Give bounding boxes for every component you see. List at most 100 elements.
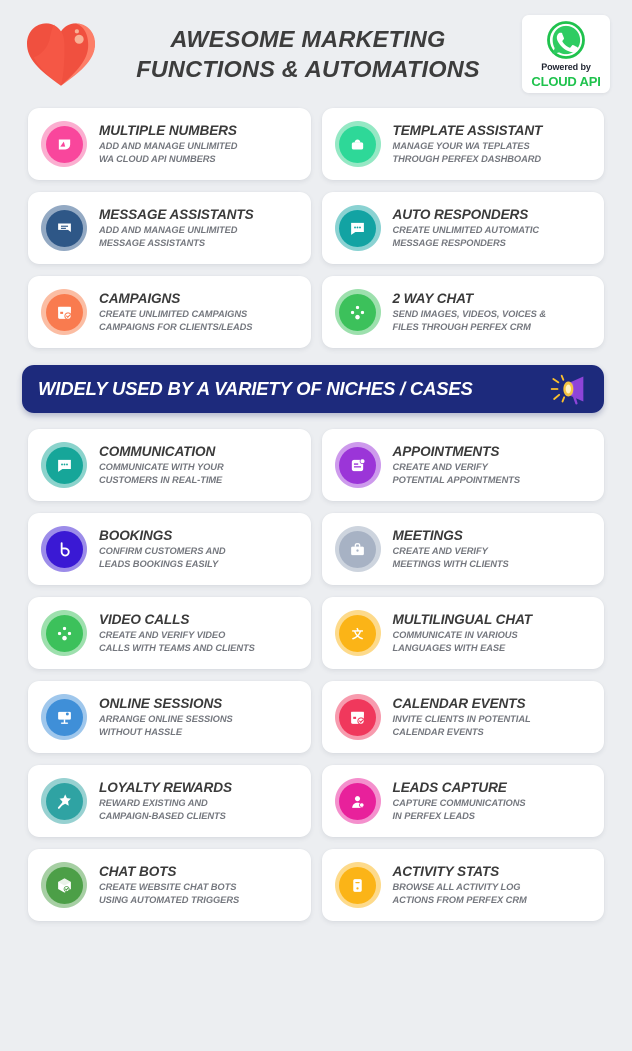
feature-card-description: MANAGE YOUR WA TEPLATES THROUGH PERFEX DA… xyxy=(393,140,595,165)
feature-card-description-line2: MESSAGE RESPONDERS xyxy=(392,237,506,248)
feature-card-text: MESSAGE ASSISTANTS ADD AND MANAGE UNLIMIT… xyxy=(99,207,301,249)
share-nodes-icon xyxy=(45,614,83,652)
feature-card-text: TEMPLATE ASSISTANT MANAGE YOUR WA TEPLATE… xyxy=(393,123,595,165)
chat-dots-icon xyxy=(339,209,376,247)
feature-card-description-line2: THROUGH PERFEX DASHBOARD xyxy=(392,153,542,164)
star-badge-icon xyxy=(45,782,83,820)
feature-card-text: ONLINE SESSIONS ARRANGE ONLINE SESSIONS WI… xyxy=(99,696,301,738)
powered-by-label: Powered by xyxy=(541,61,591,72)
feature-card-description: CREATE AND VERIFY POTENTIAL APPOINTMENTS xyxy=(393,461,595,486)
niches-banner: WIDELY USED BY A VARIETY OF NICHES / CAS… xyxy=(22,365,604,413)
powered-by-badge: Powered by CLOUD API xyxy=(522,15,610,93)
whatsapp-icon xyxy=(547,20,585,59)
feature-icon-ring xyxy=(334,862,381,908)
feature-icon-ring xyxy=(334,205,381,251)
feature-card-description: COMMUNICATE IN VARIOUS LANGUAGES WITH EAS… xyxy=(393,629,595,654)
feature-card-title: CAMPAIGNS xyxy=(99,291,181,307)
feature-icon-ring xyxy=(334,694,381,740)
feature-card-description-line2: WA CLOUD API NUMBERS xyxy=(99,153,216,164)
feature-card-description-line2: MESSAGE ASSISTANTS xyxy=(99,237,206,248)
feature-card-text: 2 WAY CHAT SEND IMAGES, VIDEOS, VOICES & F… xyxy=(393,291,595,333)
feature-card-title: MEETINGS xyxy=(392,528,463,544)
page-title-line2: FUNCTIONS & AUTOMATIONS xyxy=(136,56,480,82)
feature-card-description: REWARD EXISTING AND CAMPAIGN-BASED CLIENT… xyxy=(99,797,301,822)
feature-card-description-line2: IN PERFEX LEADS xyxy=(392,810,475,821)
megaphone-icon xyxy=(550,374,584,405)
feature-card-description: SEND IMAGES, VIDEOS, VOICES & FILES THROU… xyxy=(393,308,595,333)
feature-icon-ring xyxy=(41,778,87,824)
feature-card[interactable]: LEADS CAPTURE CAPTURE COMMUNICATIONS IN PE… xyxy=(321,765,604,837)
feature-card-text: LOYALTY REWARDS REWARD EXISTING AND CAMPAI… xyxy=(99,780,301,822)
feature-card-description: CREATE UNLIMITED CAMPAIGNS CAMPAIGNS FOR … xyxy=(99,308,301,333)
feature-icon-ring xyxy=(41,442,87,488)
heart-icon xyxy=(22,17,100,91)
feature-icon-ring xyxy=(41,694,87,740)
feature-card[interactable]: BOOKINGS CONFIRM CUSTOMERS AND LEADS BOOKI… xyxy=(28,513,311,585)
feature-card[interactable]: CALENDAR EVENTS INVITE CLIENTS IN POTENTI… xyxy=(321,681,604,753)
feature-card[interactable]: APPOINTMENTS CREATE AND VERIFY POTENTIAL A… xyxy=(321,429,604,501)
feature-card-text: MULTILINGUAL CHAT COMMUNICATE IN VARIOUS L… xyxy=(393,612,595,654)
feature-card-text: COMMUNICATION COMMUNICATE WITH YOUR CUSTOM… xyxy=(99,444,301,486)
feature-card[interactable]: TEMPLATE ASSISTANT MANAGE YOUR WA TEPLATE… xyxy=(321,108,604,180)
feature-card-description-line1: CREATE AND VERIFY VIDEO xyxy=(99,630,226,641)
feature-card-description-line2: USING AUTOMATED TRIGGERS xyxy=(99,894,240,905)
feature-card-description-line2: ACTIONS FROM PERFEX CRM xyxy=(392,894,527,905)
feature-card[interactable]: ONLINE SESSIONS ARRANGE ONLINE SESSIONS WI… xyxy=(28,681,311,753)
translate-icon: 文 xyxy=(339,614,376,652)
feature-card[interactable]: MEETINGS CREATE AND VERIFY MEETINGS WITH C… xyxy=(321,513,604,585)
feature-card-description-line1: CREATE AND VERIFY xyxy=(392,546,488,557)
feature-card-description-line2: LEADS BOOKINGS EASILY xyxy=(99,558,219,569)
feature-card[interactable]: MULTIPLE NUMBERS ADD AND MANAGE UNLIMITED… xyxy=(28,108,311,180)
feature-card[interactable]: MESSAGE ASSISTANTS ADD AND MANAGE UNLIMIT… xyxy=(28,192,311,264)
feature-card-title: AUTO RESPONDERS xyxy=(392,207,529,223)
feature-icon-ring xyxy=(41,610,87,656)
feature-card[interactable]: CHAT BOTS CREATE WEBSITE CHAT BOTS USING A… xyxy=(28,849,311,921)
feature-card-description: CONFIRM CUSTOMERS AND LEADS BOOKINGS EASI… xyxy=(99,545,301,570)
feature-card-title: ONLINE SESSIONS xyxy=(99,696,223,712)
campaign-calendar-icon xyxy=(45,293,83,331)
feature-card[interactable]: LOYALTY REWARDS REWARD EXISTING AND CAMPAI… xyxy=(28,765,311,837)
feature-card-description-line1: ADD AND MANAGE UNLIMITED xyxy=(99,141,238,152)
feature-card-description-line1: CONFIRM CUSTOMERS AND xyxy=(99,546,226,557)
feature-card[interactable]: VIDEO CALLS CREATE AND VERIFY VIDEO CALLS … xyxy=(28,597,311,669)
user-capture-icon xyxy=(339,782,376,820)
feature-card[interactable]: COMMUNICATION COMMUNICATE WITH YOUR CUSTOM… xyxy=(28,429,311,501)
feature-card-description-line1: REWARD EXISTING AND xyxy=(99,798,208,809)
feature-card-description-line2: CALENDAR EVENTS xyxy=(392,726,484,737)
leaf-badge-icon xyxy=(45,125,83,163)
feature-card-description-line1: CREATE UNLIMITED AUTOMATIC xyxy=(392,225,540,236)
feature-card[interactable]: 2 WAY CHAT SEND IMAGES, VIDEOS, VOICES & F… xyxy=(321,276,604,348)
presentation-icon xyxy=(45,698,83,736)
feature-card-description-line1: SEND IMAGES, VIDEOS, VOICES & xyxy=(392,309,547,320)
feature-card-description: CREATE WEBSITE CHAT BOTS USING AUTOMATED … xyxy=(99,881,301,906)
feature-card-title: 2 WAY CHAT xyxy=(392,291,474,307)
feature-card[interactable]: ACTIVITY STATS BROWSE ALL ACTIVITY LOG ACT… xyxy=(321,849,604,921)
feature-card-text: CHAT BOTS CREATE WEBSITE CHAT BOTS USING A… xyxy=(99,864,301,906)
feature-card-description-line2: CAMPAIGN-BASED CLIENTS xyxy=(99,810,226,821)
feature-card-text: MEETINGS CREATE AND VERIFY MEETINGS WITH C… xyxy=(393,528,595,570)
feature-card-description-line1: COMMUNICATE IN VARIOUS xyxy=(392,630,518,641)
feature-card-description-line2: LANGUAGES WITH EASE xyxy=(392,642,506,653)
feature-card-description-line1: CREATE WEBSITE CHAT BOTS xyxy=(99,882,237,893)
feature-card-title: CALENDAR EVENTS xyxy=(392,696,526,712)
feature-icon-ring xyxy=(334,526,381,572)
feature-card-description-line1: INVITE CLIENTS IN POTENTIAL xyxy=(392,714,531,725)
feature-card-description-line1: BROWSE ALL ACTIVITY LOG xyxy=(392,882,521,893)
page-header: AWESOME MARKETING FUNCTIONS & AUTOMATION… xyxy=(0,0,632,108)
feature-icon-ring xyxy=(41,205,87,251)
feature-card[interactable]: CAMPAIGNS CREATE UNLIMITED CAMPAIGNS CAMPA… xyxy=(28,276,311,348)
calendar-check-icon xyxy=(339,698,376,736)
feature-card-text: ACTIVITY STATS BROWSE ALL ACTIVITY LOG ACT… xyxy=(393,864,595,906)
feature-card-description-line2: CAMPAIGNS FOR CLIENTS/LEADS xyxy=(99,321,253,332)
feature-card-description: COMMUNICATE WITH YOUR CUSTOMERS IN REAL-T… xyxy=(99,461,301,486)
feature-card-description-line1: COMMUNICATE WITH YOUR xyxy=(99,462,224,473)
feature-card[interactable]: AUTO RESPONDERS CREATE UNLIMITED AUTOMATI… xyxy=(321,192,604,264)
feature-card[interactable]: 文 MULTILINGUAL CHAT COMMUNICATE IN VARIOUS… xyxy=(321,597,604,669)
feature-card-text: APPOINTMENTS CREATE AND VERIFY POTENTIAL A… xyxy=(393,444,595,486)
feature-card-title: APPOINTMENTS xyxy=(392,444,500,460)
feature-card-text: MULTIPLE NUMBERS ADD AND MANAGE UNLIMITED… xyxy=(99,123,301,165)
feature-card-description-line2: MEETINGS WITH CLIENTS xyxy=(392,558,509,569)
feature-card-description-line2: WITHOUT HASSLE xyxy=(99,726,182,737)
feature-card-description-line2: POTENTIAL APPOINTMENTS xyxy=(392,474,521,485)
feature-card-title: VIDEO CALLS xyxy=(99,612,190,628)
